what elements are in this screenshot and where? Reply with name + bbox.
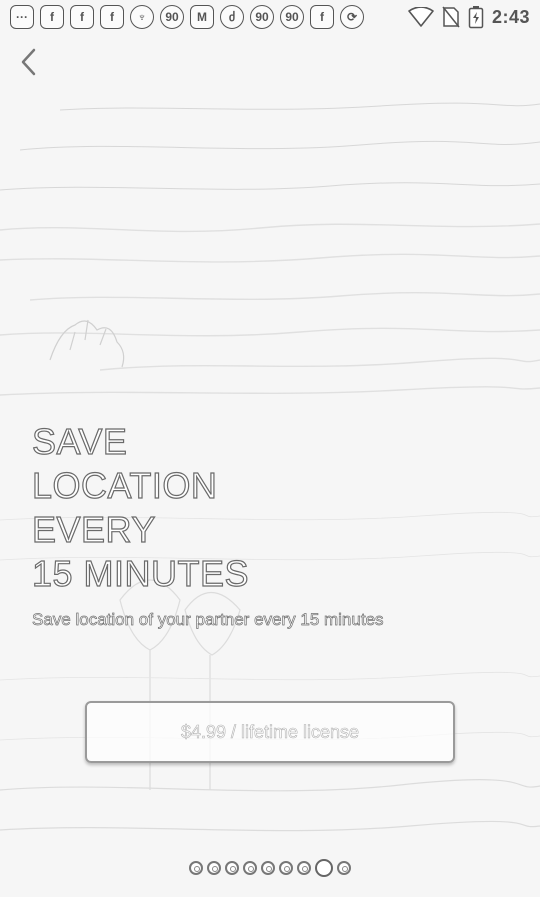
page-dot[interactable]	[279, 861, 293, 875]
feature-description: Save location of your partner every 15 m…	[32, 610, 384, 630]
status-bar: ··· f f f ♆ 90 M ძ 90 90 f ⟳ 2:43	[0, 0, 540, 34]
app-90-icon: 90	[250, 5, 274, 29]
no-sim-icon	[442, 6, 460, 28]
facebook-icon: f	[310, 5, 334, 29]
battery-charging-icon	[468, 6, 484, 29]
app-90-icon: 90	[280, 5, 304, 29]
page-dot[interactable]	[189, 861, 203, 875]
headline-line-3: EVERY	[31, 508, 156, 550]
feature-headline: SAVE LOCATION EVERY 15 MINUTES	[31, 420, 250, 596]
page-indicator	[0, 857, 540, 879]
back-button[interactable]	[0, 36, 58, 88]
chat-bubble-icon: ···	[10, 5, 34, 29]
notification-icons: ··· f f f ♆ 90 M ძ 90 90 f ⟳	[10, 5, 364, 29]
flame-icon: ძ	[220, 5, 244, 29]
chevron-left-icon	[21, 48, 36, 76]
facebook-icon: f	[100, 5, 124, 29]
page-dot[interactable]	[297, 861, 311, 875]
page-dot-active[interactable]	[315, 859, 333, 877]
location-pin-icon: ♆	[130, 5, 154, 29]
page-dot[interactable]	[261, 861, 275, 875]
headline-line-4: 15 MINUTES	[31, 552, 250, 594]
wifi-icon	[408, 7, 434, 27]
gmail-icon: M	[190, 5, 214, 29]
facebook-icon: f	[40, 5, 64, 29]
system-icons: 2:43	[408, 5, 530, 29]
sync-icon: ⟳	[340, 5, 364, 29]
page-dot[interactable]	[337, 861, 351, 875]
page-dot[interactable]	[225, 861, 239, 875]
facebook-icon: f	[70, 5, 94, 29]
page-dot[interactable]	[243, 861, 257, 875]
clock-time: 2:43	[491, 6, 530, 27]
page-dot[interactable]	[207, 861, 221, 875]
headline-line-1: SAVE	[31, 420, 128, 462]
purchase-lifetime-license-button[interactable]: $4.99 / lifetime license	[85, 701, 455, 763]
headline-line-2: LOCATION	[31, 464, 218, 506]
app-90-icon: 90	[160, 5, 184, 29]
